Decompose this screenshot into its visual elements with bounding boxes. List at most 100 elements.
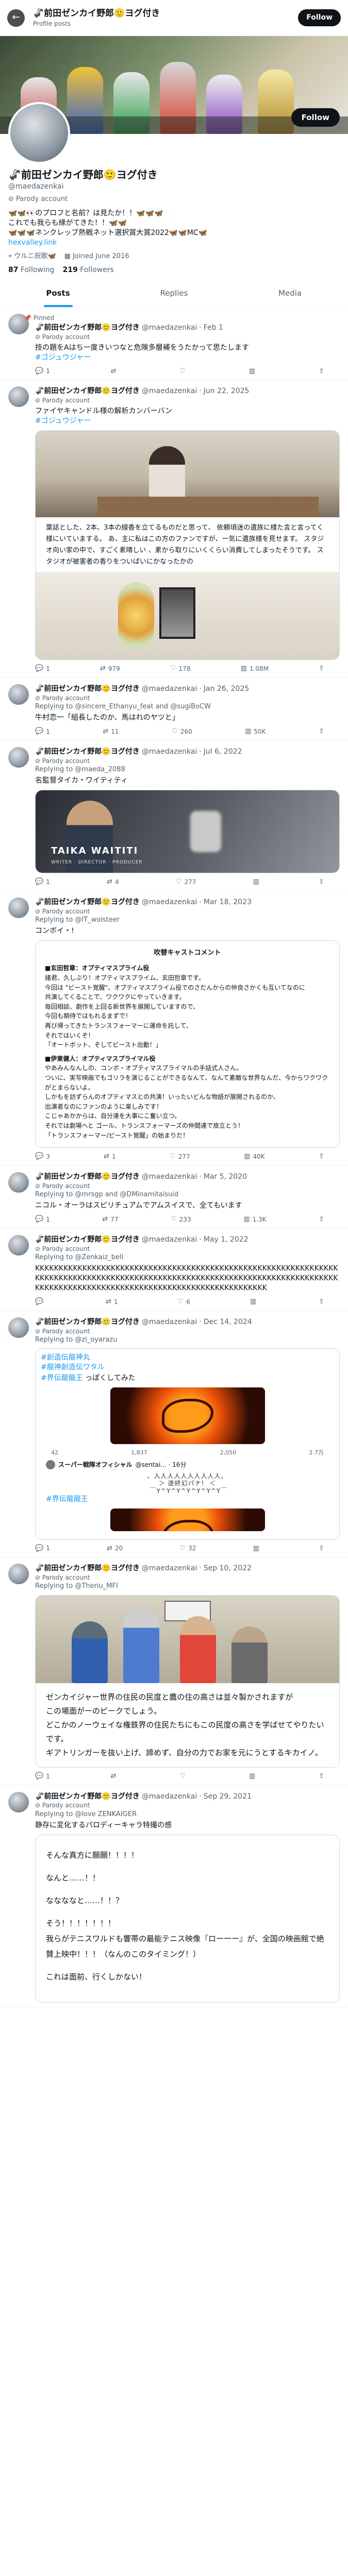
post-item[interactable]: 🦨前田ゼンカイ野郎🙂ヨグ付き @maedazenkai · Jan 26, 20… (0, 678, 348, 741)
repost-button[interactable]: ⇄ 11 (103, 727, 119, 736)
views-button[interactable]: ▥ (250, 1297, 259, 1307)
post-media[interactable]: 吹替キャストコメント ■玄田哲章：オプティマスプライム役 諸君、久しぶり！オプテ… (35, 940, 340, 1148)
like-button[interactable]: ♡ (179, 1772, 188, 1781)
post-date[interactable]: Mar 18, 2023 (204, 897, 252, 907)
follow-button[interactable]: Follow (291, 108, 340, 127)
repost-button[interactable]: ⇄ 4 (107, 877, 119, 887)
like-button[interactable]: ♡ 277 (176, 877, 196, 887)
share-button[interactable]: ⇪ (319, 1297, 324, 1307)
replying-to[interactable]: Replying to @IT_wolsteer (35, 916, 340, 925)
like-button[interactable]: ♡ 260 (172, 727, 192, 736)
post-media[interactable]: 葉誌とした、2本、3本の線香を立てるものだと思って、 依頼頃迷の遺族に様た言と言… (35, 430, 340, 660)
share-button[interactable]: ⇪ (319, 1544, 324, 1553)
share-button[interactable]: ⇪ (319, 1215, 324, 1224)
like-button[interactable]: ♡ 233 (171, 1215, 191, 1224)
post-item[interactable]: 🦨前田ゼンカイ野郎🙂ヨグ付き @maedazenkai · Sep 29, 20… (0, 1786, 348, 2008)
post-media[interactable]: そんな真方に願願！！！！ なんと……！！ ななななと……！！？ そう！！！！！！… (35, 1835, 340, 2003)
like-button[interactable]: ♡ (179, 367, 188, 376)
post-date[interactable]: Jun 22, 2025 (204, 386, 250, 396)
post-hashtag[interactable]: #ゴジュウジャー (35, 417, 91, 425)
share-button[interactable]: ⇪ (319, 1152, 324, 1161)
repost-button[interactable]: ⇄ 1 (106, 1297, 118, 1307)
post-avatar[interactable] (8, 897, 29, 918)
post-avatar[interactable] (8, 747, 29, 768)
replying-to[interactable]: Replying to @love ZENKAIGER (35, 1810, 340, 1819)
post-date[interactable]: Sep 10, 2022 (204, 1564, 252, 1573)
header-follow-button[interactable]: Follow (298, 9, 341, 26)
views-button[interactable]: ▥ (253, 877, 262, 887)
post-author-name[interactable]: 🦨前田ゼンカイ野郎🙂ヨグ付き (35, 897, 140, 907)
reply-button[interactable]: 💬 1 (35, 664, 50, 673)
replying-to[interactable]: Replying to @zi_oyarazu (35, 1335, 340, 1345)
post-avatar[interactable] (8, 1172, 29, 1193)
post-item[interactable]: 🦨前田ゼンカイ野郎🙂ヨグ付き @maedazenkai · Mar 18, 20… (0, 891, 348, 1166)
views-button[interactable]: ▥ 1.08M (241, 664, 269, 673)
like-button[interactable]: ♡ 178 (170, 664, 191, 673)
views-button[interactable]: ▥ 40K (244, 1152, 264, 1161)
share-button[interactable]: ⇪ (319, 1772, 324, 1781)
reply-button[interactable]: 💬 1 (35, 1215, 50, 1224)
post-author-name[interactable]: 🦨前田ゼンカイ野郎🙂ヨグ付き (35, 1564, 140, 1573)
replying-to[interactable]: Replying to @maeda_2088 (35, 765, 340, 774)
like-button[interactable]: ♡ 32 (179, 1544, 196, 1553)
post-avatar[interactable] (8, 386, 29, 408)
share-button[interactable]: ⇪ (319, 664, 324, 673)
repost-button[interactable]: ⇄ (111, 367, 119, 376)
post-author-name[interactable]: 🦨前田ゼンカイ野郎🙂ヨグ付き (35, 684, 140, 694)
post-date[interactable]: Sep 29, 2021 (204, 1792, 252, 1802)
like-button[interactable]: ♡ 6 (178, 1297, 190, 1307)
followers-link[interactable]: 219 Followers (63, 265, 114, 275)
post-author-name[interactable]: 🦨前田ゼンカイ野郎🙂ヨグ付き (35, 386, 140, 396)
repost-button[interactable]: ⇄ 1 (104, 1152, 116, 1161)
reply-button[interactable]: 💬 (35, 1297, 46, 1307)
post-hashtag[interactable]: #ゴジュウジャー (35, 353, 91, 362)
reply-button[interactable]: 💬 3 (35, 1152, 50, 1161)
post-author-name[interactable]: 🦨前田ゼンカイ野郎🙂ヨグ付き (35, 1172, 140, 1182)
tab-media[interactable]: Media (232, 280, 348, 307)
post-media[interactable]: #創造伝龍神丸 #龍神創造伝ワタル #界伝龍龍王 っぽくしてみた 42 1,83… (35, 1348, 340, 1540)
reply-button[interactable]: 💬 1 (35, 367, 50, 376)
reply-button[interactable]: 💬 1 (35, 877, 50, 887)
post-author-name[interactable]: 🦨前田ゼンカイ野郎🙂ヨグ付き (35, 747, 140, 757)
post-item[interactable]: 📌 Pinned 🦨前田ゼンカイ野郎🙂ヨグ付き @maedazenkai · F… (0, 308, 348, 381)
post-date[interactable]: Jul 6, 2022 (204, 747, 242, 757)
views-button[interactable]: ▥ (253, 1544, 262, 1553)
tab-posts[interactable]: Posts (0, 280, 116, 307)
views-button[interactable]: ▥ (249, 1772, 258, 1781)
views-button[interactable]: ▥ 50K (245, 727, 266, 736)
share-button[interactable]: ⇪ (319, 877, 324, 887)
reply-button[interactable]: 💬 1 (35, 1544, 50, 1553)
reply-button[interactable]: 💬 1 (35, 1772, 50, 1781)
replying-to[interactable]: Replying to @Theriu_MFI (35, 1582, 340, 1591)
repost-button[interactable]: ⇄ 77 (102, 1215, 118, 1224)
share-button[interactable]: ⇪ (319, 367, 324, 376)
replying-to[interactable]: Replying to @sincere_Ethanyu_feat and @s… (35, 702, 340, 711)
repost-button[interactable]: ⇄ (111, 1772, 119, 1781)
post-author-name[interactable]: 🦨前田ゼンカイ野郎🙂ヨグ付き (35, 1317, 140, 1327)
post-author-name[interactable]: 🦨前田ゼンカイ野郎🙂ヨグ付き (35, 323, 140, 333)
post-avatar[interactable] (8, 1317, 29, 1338)
following-link[interactable]: 87 Following (8, 265, 55, 275)
back-arrow-icon[interactable]: ← (7, 9, 25, 27)
post-date[interactable]: Feb 1 (204, 323, 223, 333)
views-button[interactable]: ▥ 1.3K (243, 1215, 266, 1224)
profile-avatar[interactable] (8, 102, 70, 164)
post-item[interactable]: 🦨前田ゼンカイ野郎🙂ヨグ付き @maedazenkai · Dec 14, 20… (0, 1311, 348, 1558)
post-date[interactable]: May 1, 2022 (204, 1235, 248, 1245)
post-item[interactable]: 🦨前田ゼンカイ野郎🙂ヨグ付き @maedazenkai · Mar 5, 202… (0, 1166, 348, 1229)
replying-to[interactable]: Replying to @Zenkaiz_bell (35, 1253, 340, 1262)
post-item[interactable]: 🦨前田ゼンカイ野郎🙂ヨグ付き @maedazenkai · Jul 6, 202… (0, 741, 348, 891)
post-item[interactable]: 🦨前田ゼンカイ野郎🙂ヨグ付き @maedazenkai · Jun 22, 20… (0, 380, 348, 678)
post-avatar[interactable] (8, 1234, 29, 1256)
replying-to[interactable]: Replying to @mrsgp and @DMinamitaisuid (35, 1190, 340, 1199)
post-media[interactable]: TAIKA WAITITI WRITER · DIRECTOR · PRODUC… (35, 790, 340, 874)
post-date[interactable]: Jan 26, 2025 (204, 684, 249, 694)
post-date[interactable]: Mar 5, 2020 (204, 1172, 247, 1182)
bio-link[interactable]: hexvalley.link (8, 238, 340, 248)
tab-replies[interactable]: Replies (116, 280, 232, 307)
post-avatar[interactable] (8, 684, 29, 705)
reply-button[interactable]: 💬 1 (35, 727, 50, 736)
post-date[interactable]: Dec 14, 2024 (204, 1317, 252, 1327)
share-button[interactable]: ⇪ (319, 727, 324, 736)
post-avatar[interactable] (8, 1791, 29, 1812)
